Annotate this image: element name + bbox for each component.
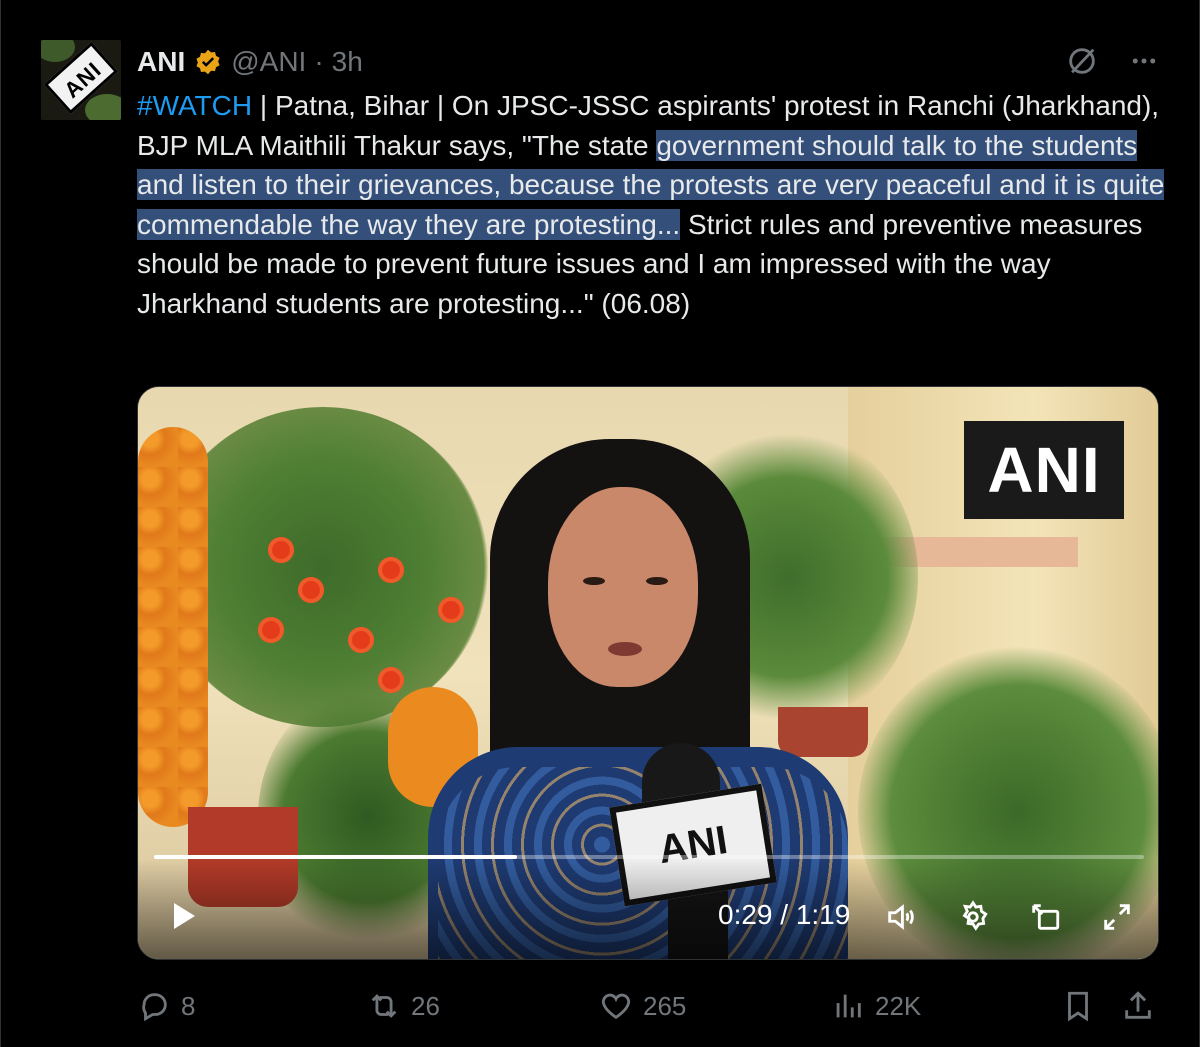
fullscreen-icon[interactable] [1100,900,1134,934]
bookmark-icon [1068,991,1088,1022]
views-button[interactable]: 22K [831,984,921,1028]
action-bar: 8 26 265 22K [137,984,1167,1028]
tweet-text: #WATCH | Patna, Bihar | On JPSC-JSSC asp… [137,86,1167,323]
like-count: 265 [643,990,687,1021]
play-icon[interactable] [172,902,196,930]
video-scene-flower [378,557,404,583]
video-person-eye [583,577,605,585]
like-button[interactable]: 265 [599,984,686,1028]
video-scene-flower [298,577,324,603]
avatar-leaf [41,40,75,62]
repost-button[interactable]: 26 [367,984,440,1028]
views-icon [836,994,861,1018]
top-actions [1065,44,1159,87]
reply-count: 8 [181,990,196,1021]
share-icon [1125,991,1151,1019]
more-icon[interactable] [1129,46,1159,85]
reply-icon [142,993,167,1022]
progress-fill [154,855,518,859]
share-button[interactable] [1121,984,1155,1028]
pip-icon[interactable] [1028,900,1062,934]
video-controls [138,859,1158,959]
repost-count: 26 [411,990,440,1021]
settings-icon[interactable] [956,900,990,934]
like-icon [601,993,631,1020]
author-name[interactable]: ANI [137,46,185,78]
repost-icon [371,994,397,1018]
video-scene-flower [378,667,404,693]
video-player[interactable]: ANI ANI 0:29 / 1:19 [137,386,1159,960]
video-scene-flower [438,597,464,623]
reply-button[interactable]: 8 [137,984,195,1028]
video-scene-pot [778,707,868,757]
views-count: 22K [875,990,922,1021]
bookmark-button[interactable] [1061,984,1095,1028]
video-scene-flower [348,627,374,653]
video-scene-flower [258,617,284,643]
verified-badge-icon[interactable] [193,47,223,77]
video-time: 0:29 / 1:19 [718,899,851,930]
video-scene-garland [138,427,208,827]
header-separator: · [314,46,324,77]
author-handle[interactable]: @ANI [231,46,306,78]
tweet-container[interactable]: ANI ANI @ANI · 3h #WATCH | Patna, Bihar … [0,0,1200,1047]
video-person-mouth [608,642,642,656]
video-person-eye [646,577,668,585]
avatar[interactable]: ANI [41,40,121,120]
video-scene-flower [268,537,294,563]
progress-bar[interactable] [154,855,1144,859]
volume-icon[interactable] [884,900,918,934]
video-person-face [548,487,698,687]
hashtag-link[interactable]: #WATCH [137,90,252,121]
post-time[interactable]: 3h [332,46,363,78]
tweet-header: ANI @ANI · 3h [137,44,363,80]
video-watermark: ANI [964,421,1124,519]
grok-icon[interactable] [1065,44,1099,87]
